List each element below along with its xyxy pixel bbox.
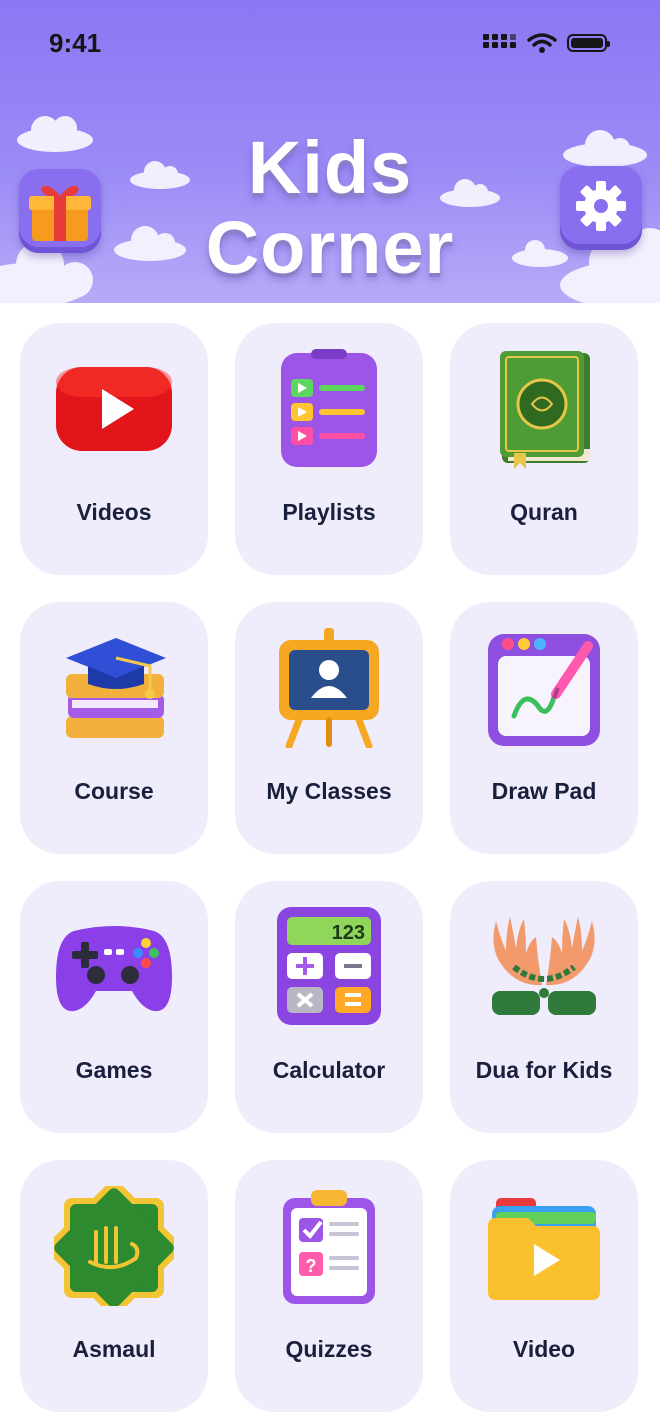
menu-item-label: Quizzes xyxy=(285,1336,373,1362)
menu-item-my-classes[interactable]: My Classes xyxy=(235,602,423,854)
menu-item-games[interactable]: Games xyxy=(20,881,208,1133)
menu-item-label: Draw Pad xyxy=(491,778,597,804)
menu-item-label: Asmaul xyxy=(72,1336,156,1362)
gift-button[interactable] xyxy=(19,169,101,253)
calculator-icon: 123 xyxy=(277,907,381,1025)
quran-book-icon xyxy=(500,351,590,469)
menu-item-asmaul[interactable]: Asmaul xyxy=(20,1160,208,1412)
gamepad-icon xyxy=(56,926,172,1012)
classroom-board-icon xyxy=(279,628,379,748)
menu-item-draw-pad[interactable]: Draw Pad xyxy=(450,602,638,854)
youtube-play-icon xyxy=(56,367,172,451)
status-bar: 9:41 xyxy=(0,26,660,62)
quiz-clipboard-icon: ? xyxy=(283,1190,375,1304)
menu-item-videos[interactable]: Videos xyxy=(20,323,208,575)
svg-text:?: ? xyxy=(306,1256,317,1276)
allah-emblem-icon xyxy=(54,1186,174,1306)
menu-item-course[interactable]: Course xyxy=(20,602,208,854)
menu-item-label: Games xyxy=(75,1057,153,1083)
menu-item-playlists[interactable]: Playlists xyxy=(235,323,423,575)
menu-item-label: Course xyxy=(74,778,154,804)
gear-icon xyxy=(576,181,626,231)
status-time: 9:41 xyxy=(49,28,102,58)
graduation-books-icon xyxy=(66,638,166,738)
wifi-icon xyxy=(527,33,557,53)
menu-item-quran[interactable]: Quran xyxy=(450,323,638,575)
menu-item-label: Playlists xyxy=(282,499,376,525)
menu-item-label: My Classes xyxy=(266,778,392,804)
menu-item-label: Videos xyxy=(76,499,152,525)
menu-item-label: Calculator xyxy=(272,1057,386,1083)
menu-item-label: Video xyxy=(512,1336,576,1362)
playlist-clipboard-icon xyxy=(281,349,377,467)
cellular-signal-icon xyxy=(483,34,516,48)
menu-item-calculator[interactable]: 123 Calculator xyxy=(235,881,423,1133)
menu-item-quizzes[interactable]: ? Quizzes xyxy=(235,1160,423,1412)
menu-item-video[interactable]: Video xyxy=(450,1160,638,1412)
calculator-display: 123 xyxy=(332,922,365,944)
menu-item-dua-for-kids[interactable]: Dua for Kids xyxy=(450,881,638,1133)
battery-icon xyxy=(567,34,610,52)
praying-hands-icon xyxy=(492,917,596,1015)
draw-pad-icon xyxy=(488,634,600,746)
gift-icon xyxy=(29,185,91,241)
menu-item-label: Quran xyxy=(510,499,578,525)
video-folder-icon xyxy=(488,1198,600,1300)
menu-item-label: Dua for Kids xyxy=(475,1057,613,1083)
settings-button[interactable] xyxy=(560,166,642,250)
header-banner: 9:41 Kids Corner xyxy=(0,0,660,303)
